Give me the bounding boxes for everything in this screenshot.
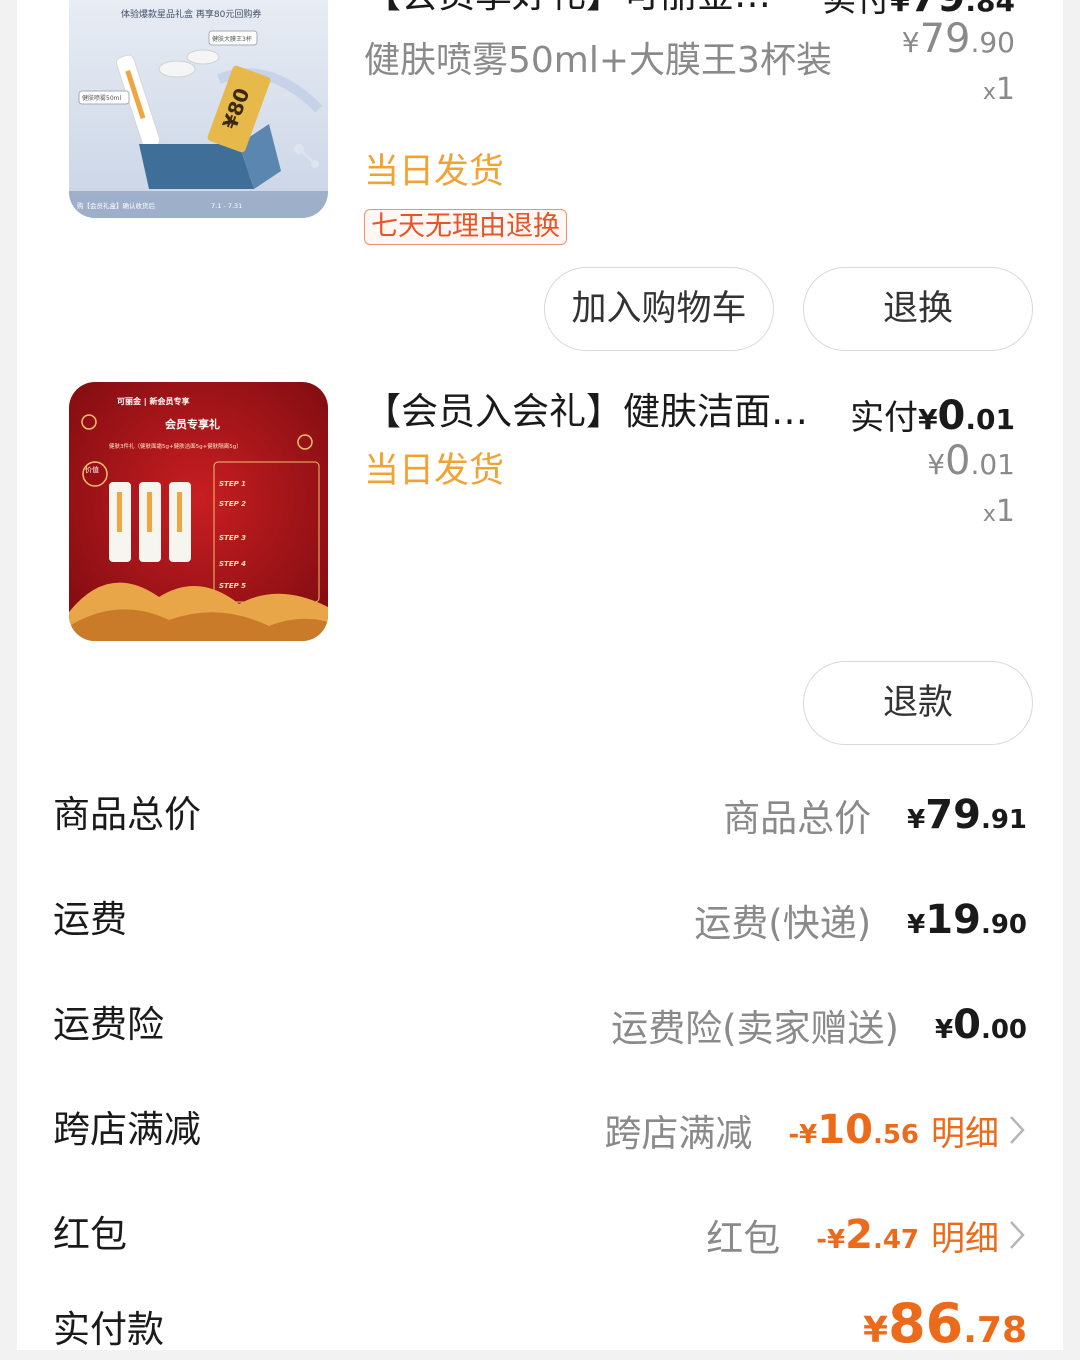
summary-row-goods-total: 商品总价 商品总价 ¥79.91: [17, 785, 1063, 845]
svg-text:STEP 5: STEP 5: [219, 582, 246, 590]
svg-text:STEP 3: STEP 3: [219, 534, 246, 542]
summary-label: 运费: [53, 898, 127, 941]
total-amount: ¥86.78: [863, 1292, 1027, 1355]
summary-label: 运费险: [53, 1003, 164, 1046]
summary-sub-label: 商品总价: [723, 797, 872, 840]
return-exchange-button[interactable]: 退换: [803, 267, 1033, 351]
svg-text:STEP 1: STEP 1: [219, 480, 246, 488]
product-image-cleanser-set[interactable]: 可丽金 | 新会员专享 会员专享礼 健肤3件礼（健肤面霜5g+健肤洁面5g+健肤…: [69, 382, 328, 641]
summary-sub-label: 运费(快递): [694, 902, 872, 945]
refund-button[interactable]: 退款: [803, 661, 1033, 745]
quantity: x1: [982, 72, 1015, 107]
summary-row-cross-store-discount[interactable]: 跨店满减 跨店满减 -¥10.56 明细: [17, 1100, 1063, 1160]
seven-day-return-tag: 七天无理由退换: [364, 209, 567, 245]
svg-text:STEP 2: STEP 2: [219, 500, 246, 508]
detail-link[interactable]: 明细: [931, 1211, 999, 1260]
svg-text:购【会员礼盒】确认收货后: 购【会员礼盒】确认收货后: [77, 201, 156, 210]
summary-row-shipping: 运费 运费(快递) ¥19.90: [17, 890, 1063, 950]
paid-price: 实付¥0.01: [850, 393, 1015, 439]
summary-label: 红包: [53, 1213, 127, 1256]
summary-amount: -¥10.56: [788, 1107, 919, 1153]
svg-text:健肤3件礼（健肤面霜5g+健肤洁面5g+健肤隔离5g）: 健肤3件礼（健肤面霜5g+健肤洁面5g+健肤隔离5g）: [109, 442, 242, 450]
image-brand: 可丽金 | 新会员专享: [117, 396, 190, 406]
order-detail-card: 体验爆款星品礼盒 再享80元回购券 健肤大膜王3杯 健肤喷雾50ml ¥80 购…: [17, 0, 1063, 1355]
unit-price: ¥79.90: [901, 16, 1015, 62]
cleanser-set-illustration: 可丽金 | 新会员专享 会员专享礼 健肤3件礼（健肤面霜5g+健肤洁面5g+健肤…: [69, 382, 328, 641]
svg-text:健肤大膜王3杯: 健肤大膜王3杯: [212, 35, 252, 43]
summary-label: 跨店满减: [53, 1108, 201, 1151]
chevron-right-icon[interactable]: [1007, 1113, 1027, 1147]
svg-text:7.1 - 7.31: 7.1 - 7.31: [211, 202, 242, 210]
chevron-right-icon[interactable]: [1007, 1218, 1027, 1252]
product-spec: 健肤喷雾50ml+大膜王3杯装: [364, 40, 832, 81]
product-title[interactable]: 【会员享好礼】可丽金…: [364, 0, 804, 18]
summary-row-shipping-insurance: 运费险 运费险(卖家赠送) ¥0.00: [17, 995, 1063, 1055]
svg-text:价值: 价值: [85, 465, 99, 474]
summary-label: 商品总价: [53, 793, 201, 836]
summary-row-red-packet[interactable]: 红包 红包 -¥2.47 明细: [17, 1205, 1063, 1265]
svg-text:STEP 4: STEP 4: [219, 560, 246, 568]
gift-box-illustration: 体验爆款星品礼盒 再享80元回购券 健肤大膜王3杯 健肤喷雾50ml ¥80 购…: [69, 0, 328, 218]
ship-same-day-tag: 当日发货: [364, 451, 505, 491]
summary-amount: ¥0.00: [935, 1002, 1027, 1048]
summary-amount: ¥79.91: [907, 792, 1027, 838]
ship-same-day-tag: 当日发货: [364, 152, 505, 192]
detail-link[interactable]: 明细: [931, 1106, 999, 1155]
image-caption: 体验爆款星品礼盒 再享80元回购券: [121, 8, 261, 20]
add-to-cart-button[interactable]: 加入购物车: [544, 267, 774, 351]
product-image-gift-box[interactable]: 体验爆款星品礼盒 再享80元回购券 健肤大膜王3杯 健肤喷雾50ml ¥80 购…: [69, 0, 328, 218]
summary-sub-label: 运费险(卖家赠送): [611, 1007, 899, 1050]
product-title[interactable]: 【会员入会礼】健肤洁面…: [364, 389, 844, 435]
unit-price: ¥0.01: [927, 438, 1015, 484]
summary-amount: -¥2.47: [816, 1212, 919, 1258]
summary-sub-label: 红包: [706, 1217, 781, 1260]
summary-sub-label: 跨店满减: [604, 1112, 753, 1155]
quantity: x1: [982, 494, 1015, 529]
image-heading: 会员专享礼: [165, 417, 220, 431]
total-label: 实付款: [53, 1308, 164, 1351]
summary-amount: ¥19.90: [907, 897, 1027, 943]
svg-text:健肤喷雾50ml: 健肤喷雾50ml: [82, 94, 121, 102]
